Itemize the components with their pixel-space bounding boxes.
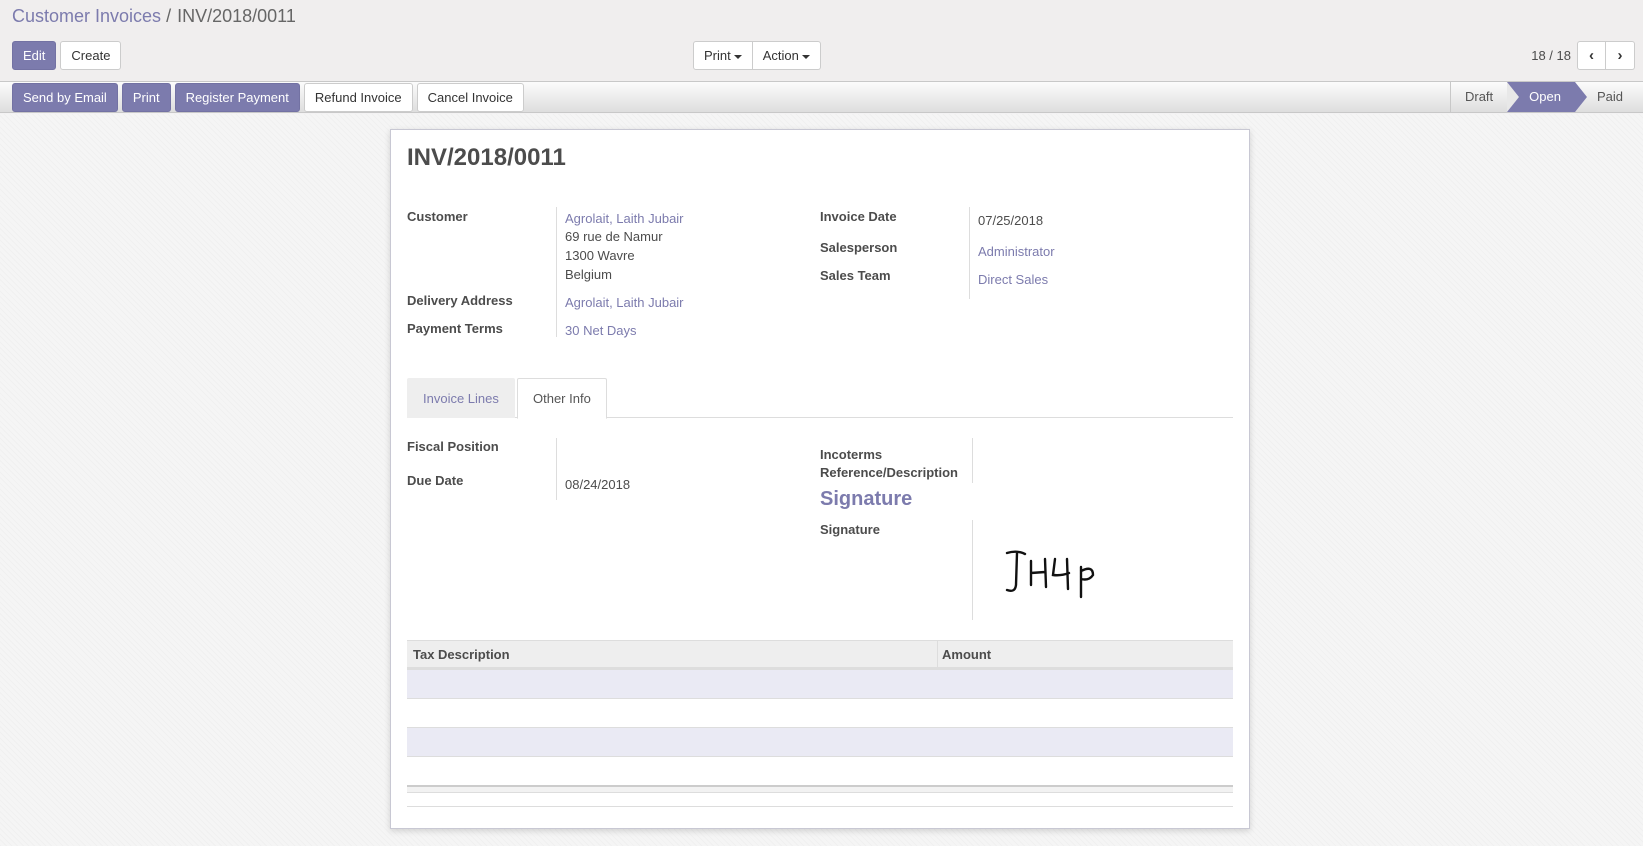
print-invoice-button[interactable]: Print (121, 83, 171, 112)
statusbar-buttons: Send by Email Print Register Payment Ref… (12, 83, 524, 112)
amount-column-header: Amount (942, 647, 992, 662)
payment-terms-link[interactable]: 30 Net Days (565, 321, 637, 340)
delivery-address-label: Delivery Address (407, 293, 513, 308)
breadcrumb-current: INV/2018/0011 (177, 6, 296, 26)
payment-terms-label: Payment Terms (407, 321, 503, 336)
due-date-label: Due Date (407, 473, 464, 488)
tab-other-info[interactable]: Other Info (517, 378, 607, 419)
delivery-address-link[interactable]: Agrolait, Laith Jubair (565, 293, 684, 312)
other-info-left-divider (556, 438, 557, 500)
print-dropdown-label: Print (704, 48, 731, 63)
tax-table-header: Tax Description Amount (407, 640, 1233, 669)
due-date-value: 08/24/2018 (565, 477, 631, 492)
register-payment-button[interactable]: Register Payment (174, 83, 300, 112)
breadcrumb-separator: / (166, 6, 172, 26)
action-dropdown[interactable]: Action (752, 41, 821, 70)
edit-button[interactable]: Edit (12, 41, 57, 70)
table-row (407, 756, 1233, 785)
step-arrow-icon (1507, 82, 1520, 112)
chevron-right-icon: › (1617, 47, 1623, 64)
signature-heading: Signature (820, 488, 913, 510)
customer-label: Customer (407, 209, 468, 224)
signature-image (1005, 550, 1095, 599)
pager-previous-button[interactable]: ‹ (1577, 41, 1606, 70)
left-group-divider (556, 207, 557, 337)
sidebar-dropdowns: Print Action (693, 41, 821, 70)
refund-invoice-button[interactable]: Refund Invoice (303, 83, 413, 112)
form-statusbar: Send by Email Print Register Payment Ref… (0, 81, 1643, 113)
create-button[interactable]: Create (60, 41, 122, 70)
send-by-email-button[interactable]: Send by Email (12, 83, 118, 112)
tax-description-column-header: Tax Description (413, 647, 510, 662)
customer-link[interactable]: Agrolait, Laith Jubair (565, 209, 684, 228)
table-row (407, 727, 1233, 756)
chevron-left-icon: ‹ (1589, 47, 1594, 64)
status-steps: Draft Open Paid (1449, 82, 1643, 112)
signature-divider (972, 520, 973, 620)
invoice-number-title: INV/2018/0011 (407, 144, 566, 171)
invoice-date-label: Invoice Date (820, 209, 897, 224)
signature-label: Signature (820, 522, 880, 537)
table-row (407, 698, 1233, 727)
reference-description-label: Reference/Description (820, 465, 958, 480)
status-step-draft-label: Draft (1464, 89, 1494, 104)
other-info-right-divider (972, 438, 973, 483)
salesperson-label: Salesperson (820, 240, 898, 255)
customer-address-line3: Belgium (565, 267, 612, 282)
pager-next-button[interactable]: › (1606, 41, 1635, 70)
control-panel: Customer Invoices / INV/2018/0011 Edit Cre… (0, 0, 1643, 81)
salesperson-link[interactable]: Administrator (978, 242, 1055, 261)
action-dropdown-label: Action (762, 48, 799, 63)
invoice-sheet: INV/2018/0011 Customer Agrolait, Laith J… (390, 129, 1250, 829)
tax-table-footer (407, 785, 1233, 793)
breadcrumb-customer-invoices[interactable]: Customer Invoices (12, 6, 161, 26)
pager: 18 / 18 ‹ › (1531, 41, 1635, 70)
breadcrumb: Customer Invoices / INV/2018/0011 (12, 6, 296, 27)
right-group-divider (969, 207, 970, 299)
tax-table: Tax Description Amount (407, 640, 1233, 807)
invoice-date-value: 07/25/2018 (978, 213, 1044, 228)
sales-team-link[interactable]: Direct Sales (978, 270, 1048, 289)
tax-table-end (407, 793, 1233, 807)
status-step-paid-label: Paid (1596, 89, 1623, 104)
fiscal-position-label: Fiscal Position (407, 439, 499, 454)
status-step-draft: Draft (1449, 82, 1520, 112)
tab-invoice-lines[interactable]: Invoice Lines (407, 378, 515, 418)
pager-value[interactable]: 18 / 18 (1531, 48, 1571, 63)
tax-header-divider (937, 641, 938, 669)
notebook-tabs: Invoice Lines Other Info (407, 378, 1233, 419)
sales-team-label: Sales Team (820, 268, 891, 283)
caret-down-icon (801, 54, 810, 59)
customer-address-line2: 1300 Wavre (565, 248, 635, 263)
status-step-open-label: Open (1529, 89, 1561, 104)
form-buttons: Edit Create (12, 41, 122, 70)
table-row (407, 669, 1233, 698)
cancel-invoice-button[interactable]: Cancel Invoice (416, 83, 524, 112)
caret-down-icon (733, 54, 742, 59)
step-arrow-icon (1574, 82, 1587, 112)
incoterms-label: Incoterms (820, 447, 883, 462)
print-dropdown[interactable]: Print (693, 41, 753, 70)
customer-address-line1: 69 rue de Namur (565, 229, 663, 244)
